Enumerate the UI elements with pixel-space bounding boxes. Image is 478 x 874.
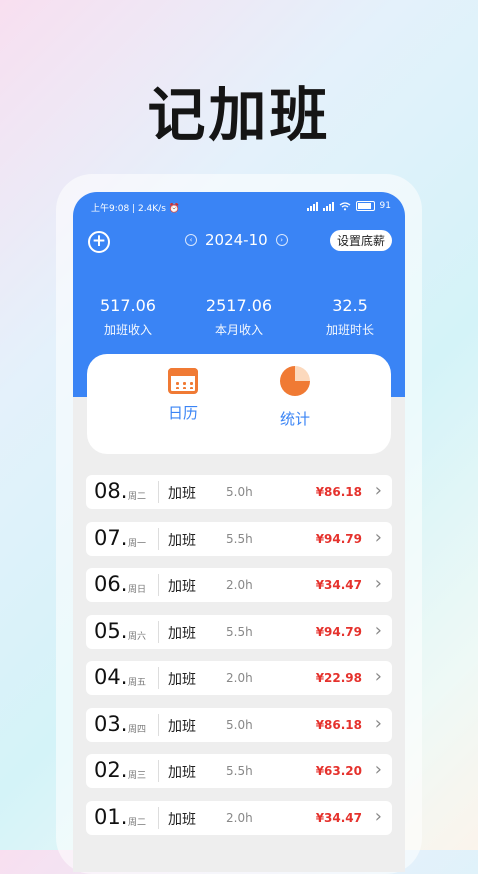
list-item[interactable]: 05. 周六 加班 5.5h ¥94.79 › bbox=[86, 614, 392, 649]
battery-icon bbox=[355, 201, 375, 211]
tab-statistics[interactable]: 统计 bbox=[255, 366, 335, 429]
list-item[interactable]: 08. 周二 加班 5.0h ¥86.18 › bbox=[86, 475, 392, 509]
status-time: 上午9:08 | 2.4K/s ⏰ bbox=[91, 204, 180, 214]
record-hours: 5.5h bbox=[226, 531, 253, 546]
divider bbox=[158, 667, 159, 689]
chevron-right-icon: › bbox=[374, 759, 382, 780]
record-weekday: 周二 bbox=[128, 492, 147, 502]
record-day: 06. bbox=[94, 572, 128, 596]
signal-icon bbox=[306, 201, 318, 211]
record-day: 05. bbox=[94, 618, 128, 643]
record-amount: ¥63.20 bbox=[315, 764, 362, 778]
record-amount: ¥22.98 bbox=[315, 671, 362, 685]
record-weekday: 周日 bbox=[128, 585, 147, 595]
divider bbox=[158, 527, 159, 550]
chevron-right-icon: › bbox=[374, 805, 382, 827]
pie-chart-icon bbox=[280, 366, 310, 396]
summary-overtime-income: 517.06 加班收入 bbox=[73, 296, 183, 338]
chevron-right-icon: › bbox=[374, 619, 382, 641]
record-kind: 加班 bbox=[168, 486, 196, 502]
record-hours: 2.0h bbox=[226, 578, 253, 592]
app-screen: 上午9:08 | 2.4K/s ⏰ 91 + ‹ 2024-10 › 设置底薪 bbox=[73, 192, 405, 872]
chevron-right-icon: › bbox=[374, 480, 382, 501]
tab-label: 统计 bbox=[279, 410, 310, 428]
summary-label: 本月收入 bbox=[214, 323, 263, 337]
divider bbox=[158, 481, 159, 503]
chevron-right-icon: › bbox=[374, 573, 382, 594]
add-record-button[interactable]: + bbox=[88, 231, 110, 253]
next-month-button[interactable]: › bbox=[275, 234, 288, 246]
record-weekday: 周二 bbox=[128, 817, 147, 828]
plus-icon: + bbox=[91, 231, 107, 251]
summary-value: 32.5 bbox=[332, 296, 368, 315]
summary-month-income: 2517.06 本月收入 bbox=[184, 296, 294, 338]
record-weekday: 周六 bbox=[128, 631, 147, 642]
divider bbox=[158, 760, 159, 782]
record-amount: ¥94.79 bbox=[315, 624, 362, 639]
summary-overtime-hours: 32.5 加班时长 bbox=[295, 296, 405, 338]
status-bar: 上午9:08 | 2.4K/s ⏰ 91 bbox=[73, 200, 405, 216]
set-salary-button[interactable]: 设置底薪 bbox=[329, 230, 392, 251]
list-item[interactable]: 04. 周五 加班 2.0h ¥22.98 › bbox=[86, 661, 392, 695]
record-weekday: 周四 bbox=[128, 724, 147, 735]
record-day: 02. bbox=[94, 758, 128, 782]
calendar-icon bbox=[168, 368, 198, 394]
promo-headline: 记加班 bbox=[147, 81, 331, 149]
tab-calendar[interactable]: 日历 bbox=[143, 368, 223, 423]
chevron-right-icon: › bbox=[374, 526, 382, 548]
record-kind: 加班 bbox=[168, 579, 196, 595]
battery-level: 91 bbox=[379, 201, 391, 211]
record-day: 01. bbox=[94, 804, 128, 829]
record-amount: ¥34.47 bbox=[315, 810, 362, 825]
record-hours: 5.5h bbox=[226, 764, 253, 778]
list-item[interactable]: 02. 周三 加班 5.5h ¥63.20 › bbox=[86, 754, 392, 788]
record-hours: 5.5h bbox=[226, 624, 253, 639]
record-hours: 2.0h bbox=[226, 810, 253, 825]
record-kind: 加班 bbox=[168, 532, 196, 549]
record-day: 04. bbox=[94, 665, 128, 689]
chevron-right-icon: › bbox=[374, 666, 382, 687]
record-kind: 加班 bbox=[168, 718, 196, 735]
chevron-right-icon: › bbox=[374, 712, 382, 734]
record-day: 07. bbox=[94, 525, 128, 550]
record-kind: 加班 bbox=[168, 765, 196, 781]
divider bbox=[158, 806, 159, 829]
record-amount: ¥86.18 bbox=[315, 717, 362, 732]
record-amount: ¥94.79 bbox=[315, 531, 362, 546]
status-icons: 91 bbox=[306, 201, 391, 211]
record-hours: 5.0h bbox=[226, 717, 253, 732]
current-month[interactable]: 2024-10 bbox=[205, 231, 268, 249]
record-hours: 5.0h bbox=[226, 485, 253, 499]
view-tabs-card: 日历 统计 bbox=[87, 354, 391, 454]
divider bbox=[158, 620, 159, 643]
record-kind: 加班 bbox=[168, 811, 196, 828]
record-amount: ¥86.18 bbox=[315, 485, 362, 499]
month-navigator: ‹ 2024-10 › bbox=[185, 231, 288, 249]
signal-icon bbox=[322, 201, 334, 211]
prev-month-button[interactable]: ‹ bbox=[185, 234, 197, 246]
tab-label: 日历 bbox=[167, 404, 198, 422]
list-item[interactable]: 07. 周一 加班 5.5h ¥94.79 › bbox=[86, 521, 392, 556]
wifi-icon bbox=[339, 201, 350, 210]
record-day: 03. bbox=[94, 711, 128, 736]
divider bbox=[158, 574, 159, 596]
record-day: 08. bbox=[94, 479, 128, 503]
summary-label: 加班收入 bbox=[103, 323, 152, 337]
record-amount: ¥34.47 bbox=[315, 578, 362, 592]
list-item[interactable]: 03. 周四 加班 5.0h ¥86.18 › bbox=[86, 707, 392, 742]
record-hours: 2.0h bbox=[226, 671, 253, 685]
record-weekday: 周三 bbox=[128, 771, 147, 781]
summary-value: 517.06 bbox=[100, 296, 156, 315]
list-item[interactable]: 01. 周二 加班 2.0h ¥34.47 › bbox=[86, 800, 392, 835]
summary-value: 2517.06 bbox=[205, 296, 273, 315]
record-weekday: 周一 bbox=[128, 538, 147, 549]
record-kind: 加班 bbox=[168, 625, 196, 642]
overtime-record-list: 08. 周二 加班 5.0h ¥86.18 › 07. 周一 加班 5.5h ¥… bbox=[86, 475, 392, 847]
divider bbox=[158, 713, 159, 736]
toolbar: + ‹ 2024-10 › 设置底薪 bbox=[73, 230, 405, 254]
list-item[interactable]: 06. 周日 加班 2.0h ¥34.47 › bbox=[86, 568, 392, 602]
summary-label: 加班时长 bbox=[325, 323, 374, 337]
record-kind: 加班 bbox=[168, 672, 196, 688]
record-weekday: 周五 bbox=[128, 678, 147, 688]
